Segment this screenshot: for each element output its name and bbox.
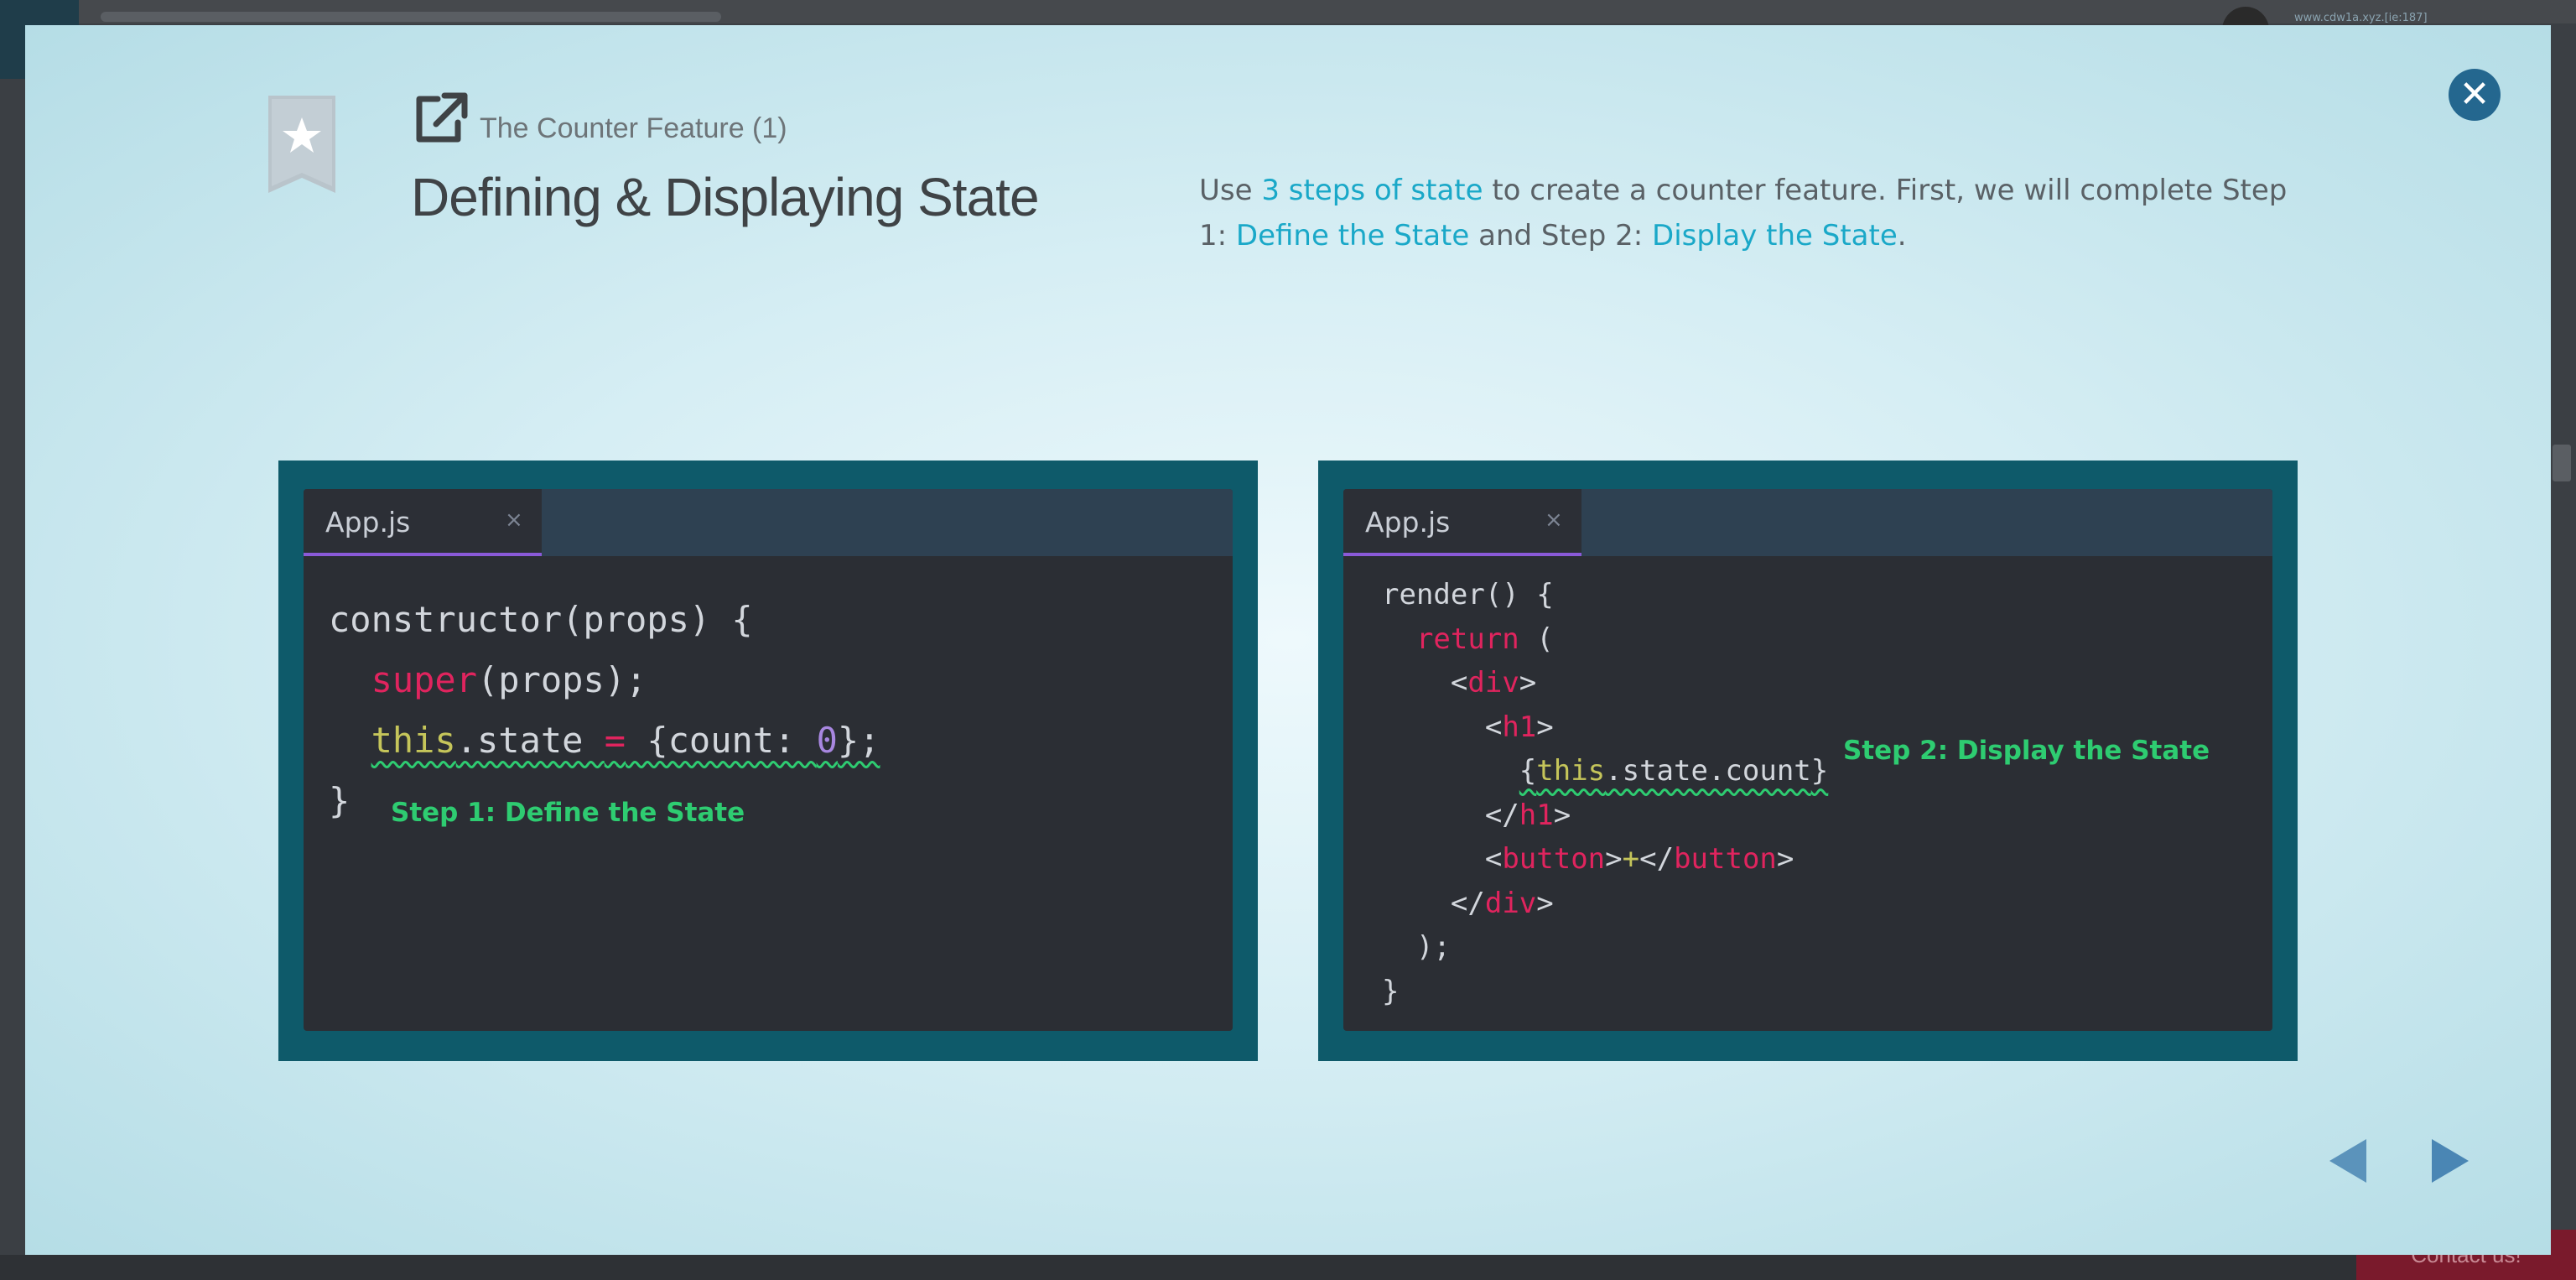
code-text: ( — [1519, 622, 1554, 656]
code-text: > — [1536, 886, 1554, 920]
code-line: </h1> — [1382, 793, 1828, 838]
code-editor: App.js × constructor(props) { super(prop… — [304, 489, 1233, 1031]
code-line: <button>+</button> — [1382, 837, 1828, 882]
code-number: 0 — [816, 720, 838, 761]
backdrop-url-text: www.cdw1a.xyz.[ie:187] — [2294, 12, 2428, 24]
desc-text-1: Use — [1199, 174, 1262, 207]
code-text: < — [1484, 842, 1503, 876]
lesson-kicker: The Counter Feature (1) — [480, 112, 787, 144]
code-line: <h1> — [1382, 705, 1828, 750]
highlighted-state-definition: this.state = {count: 0}; — [371, 720, 880, 761]
editor-tab-bar: App.js × — [304, 489, 1233, 556]
code-text: {count: — [626, 720, 817, 761]
code-line: ); — [1382, 925, 1828, 970]
code-text: } — [1810, 754, 1829, 788]
tab-close-icon[interactable]: × — [505, 507, 523, 533]
display-the-state-link[interactable]: Display the State — [1652, 219, 1898, 252]
desc-text-4: . — [1897, 219, 1907, 252]
code-line: } — [1382, 974, 1400, 1008]
code-text: </ — [1450, 886, 1485, 920]
code-keyword: super — [371, 659, 478, 700]
tab-close-icon[interactable]: × — [1545, 507, 1563, 533]
code-operator: = — [604, 720, 626, 761]
code-text: > — [1553, 798, 1571, 832]
code-text: .state — [455, 720, 605, 761]
code-text: > — [1776, 842, 1794, 876]
code-text: .state.count — [1605, 754, 1811, 788]
code-block: constructor(props) { super(props); this.… — [329, 590, 880, 831]
code-tag: h1 — [1519, 798, 1554, 832]
code-text: { — [1519, 754, 1537, 788]
tab-app-js[interactable]: App.js × — [1343, 489, 1581, 556]
highlighted-state-display: {this.state.count} — [1519, 754, 1829, 788]
desc-text-3: and Step 2: — [1469, 219, 1653, 252]
code-text: > — [1605, 842, 1623, 876]
close-button[interactable]: ✕ — [2449, 69, 2501, 121]
lesson-description: Use 3 steps of state to create a counter… — [1199, 168, 2323, 258]
code-panel-left: App.js × constructor(props) { super(prop… — [278, 460, 1258, 1061]
code-line: return ( — [1382, 617, 1828, 662]
code-line: render() { — [1382, 578, 1554, 611]
code-tag: div — [1484, 886, 1537, 920]
page-title: Defining & Displaying State — [411, 167, 1040, 227]
code-text: < — [1450, 666, 1468, 700]
external-link-icon[interactable] — [413, 91, 471, 146]
code-text: (props); — [477, 659, 647, 700]
code-line: <div> — [1382, 661, 1828, 705]
code-this: this — [1536, 754, 1606, 788]
backdrop-bottombar — [0, 1255, 2576, 1280]
backdrop-url-bar — [101, 12, 721, 22]
code-line: this.state = {count: 0}; — [329, 710, 880, 771]
code-text: > — [1519, 666, 1537, 700]
code-editor: App.js × render() { return ( <div> <h1> … — [1343, 489, 2272, 1031]
code-text: < — [1484, 710, 1503, 744]
code-tag: div — [1467, 666, 1519, 700]
step-1-note: Step 1: Define the State — [391, 798, 745, 828]
code-keyword: return — [1415, 622, 1519, 656]
code-tag: button — [1502, 842, 1606, 876]
code-text: ); — [1415, 930, 1451, 964]
star-bookmark-icon[interactable] — [267, 96, 337, 195]
tab-app-js[interactable]: App.js × — [304, 489, 542, 556]
code-line: super(props); — [329, 650, 880, 710]
code-text: + — [1622, 842, 1640, 876]
code-line: constructor(props) { — [329, 599, 753, 640]
triangle-left-icon[interactable] — [2328, 1137, 2368, 1184]
editor-tab-bar: App.js × — [1343, 489, 2272, 556]
code-line: </div> — [1382, 882, 1828, 926]
code-text: </ — [1484, 798, 1519, 832]
backdrop-scrollbar — [2553, 445, 2571, 481]
steps-of-state-link[interactable]: 3 steps of state — [1261, 174, 1483, 207]
lesson-modal: ✕ The Counter Feature (1) Defining & Dis… — [25, 25, 2551, 1255]
code-text: </ — [1639, 842, 1675, 876]
code-this: this — [371, 720, 456, 761]
code-tag: h1 — [1502, 710, 1537, 744]
step-2-note: Step 2: Display the State — [1843, 736, 2210, 766]
tab-label: App.js — [1365, 506, 1451, 539]
code-tag: button — [1674, 842, 1777, 876]
triangle-right-icon[interactable] — [2430, 1137, 2470, 1184]
code-line: {this.state.count} — [1382, 749, 1829, 793]
define-the-state-link[interactable]: Define the State — [1236, 219, 1469, 252]
tab-label: App.js — [325, 506, 411, 539]
code-panel-right: App.js × render() { return ( <div> <h1> … — [1318, 460, 2298, 1061]
close-x-icon: ✕ — [2459, 73, 2490, 116]
code-text: > — [1536, 710, 1554, 744]
code-text: }; — [837, 720, 880, 761]
code-block: render() { return ( <div> <h1> {this.sta… — [1382, 573, 1828, 1013]
